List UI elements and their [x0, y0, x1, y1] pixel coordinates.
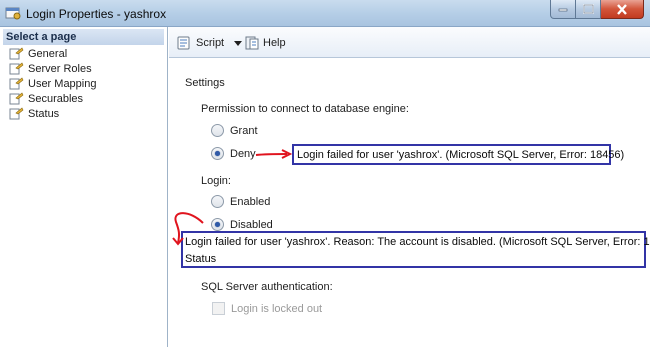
title-bar: Login Properties - yashrox: [0, 0, 650, 27]
sidebar-item-label: User Mapping: [28, 77, 97, 90]
script-button[interactable]: Script: [177, 36, 243, 50]
sidebar-item-server-roles[interactable]: Server Roles: [9, 61, 167, 76]
select-page-header: Select a page: [3, 29, 164, 45]
sidebar-item-securables[interactable]: Securables: [9, 91, 167, 106]
close-button[interactable]: [601, 0, 644, 19]
login-label: Login:: [201, 175, 231, 187]
chevron-down-icon[interactable]: [233, 39, 243, 47]
enabled-label[interactable]: Enabled: [230, 196, 270, 208]
grant-radio[interactable]: [211, 124, 224, 137]
settings-heading: Settings: [185, 77, 225, 89]
page-icon: [9, 107, 24, 120]
settings-panel: Settings Permission to connect to databa…: [169, 58, 650, 347]
disabled-label[interactable]: Disabled: [230, 219, 273, 231]
enabled-radio[interactable]: [211, 195, 224, 208]
maximize-button[interactable]: [576, 0, 601, 19]
minimize-button[interactable]: [550, 0, 576, 19]
permission-label: Permission to connect to database engine…: [201, 103, 409, 115]
sql-auth-label: SQL Server authentication:: [201, 281, 333, 293]
sidebar-item-label: Status: [28, 107, 60, 120]
locked-out-checkbox[interactable]: [212, 302, 225, 315]
locked-out-label: Login is locked out: [231, 303, 323, 315]
sidebar-item-label: Securables: [28, 92, 84, 105]
grant-label[interactable]: Grant: [230, 125, 258, 137]
help-button[interactable]: Help: [245, 36, 286, 50]
page-icon: [9, 62, 24, 75]
deny-radio[interactable]: [211, 147, 224, 160]
page-icon: [9, 47, 24, 60]
close-icon: [617, 3, 627, 15]
sidebar-item-status[interactable]: Status: [9, 106, 167, 121]
page-icon: [9, 77, 24, 90]
login-properties-icon: [5, 7, 21, 20]
deny-error-text: Login failed for user 'yashrox'. (Micros…: [297, 149, 625, 161]
deny-label[interactable]: Deny: [230, 148, 256, 160]
script-icon: [177, 36, 190, 50]
help-label: Help: [263, 37, 286, 49]
maximize-icon: [582, 4, 594, 14]
page-list: General Server Roles User Mapping Secura…: [9, 46, 167, 121]
minimize-icon: [558, 8, 568, 12]
script-label: Script: [196, 37, 225, 49]
sidebar-item-user-mapping[interactable]: User Mapping: [9, 76, 167, 91]
toolbar: Script Help: [169, 27, 650, 58]
sidebar-item-label: General: [28, 47, 68, 60]
disabled-status-text: Status: [185, 253, 217, 265]
page-selector-pane: Select a page General Server Roles User …: [0, 27, 168, 347]
disabled-error-text: Login failed for user 'yashrox'. Reason:…: [185, 236, 650, 248]
disabled-radio[interactable]: [211, 218, 224, 231]
window-title: Login Properties - yashrox: [26, 7, 167, 21]
page-icon: [9, 92, 24, 105]
sidebar-item-label: Server Roles: [28, 62, 92, 75]
help-icon: [245, 36, 259, 50]
sidebar-item-general[interactable]: General: [9, 46, 167, 61]
